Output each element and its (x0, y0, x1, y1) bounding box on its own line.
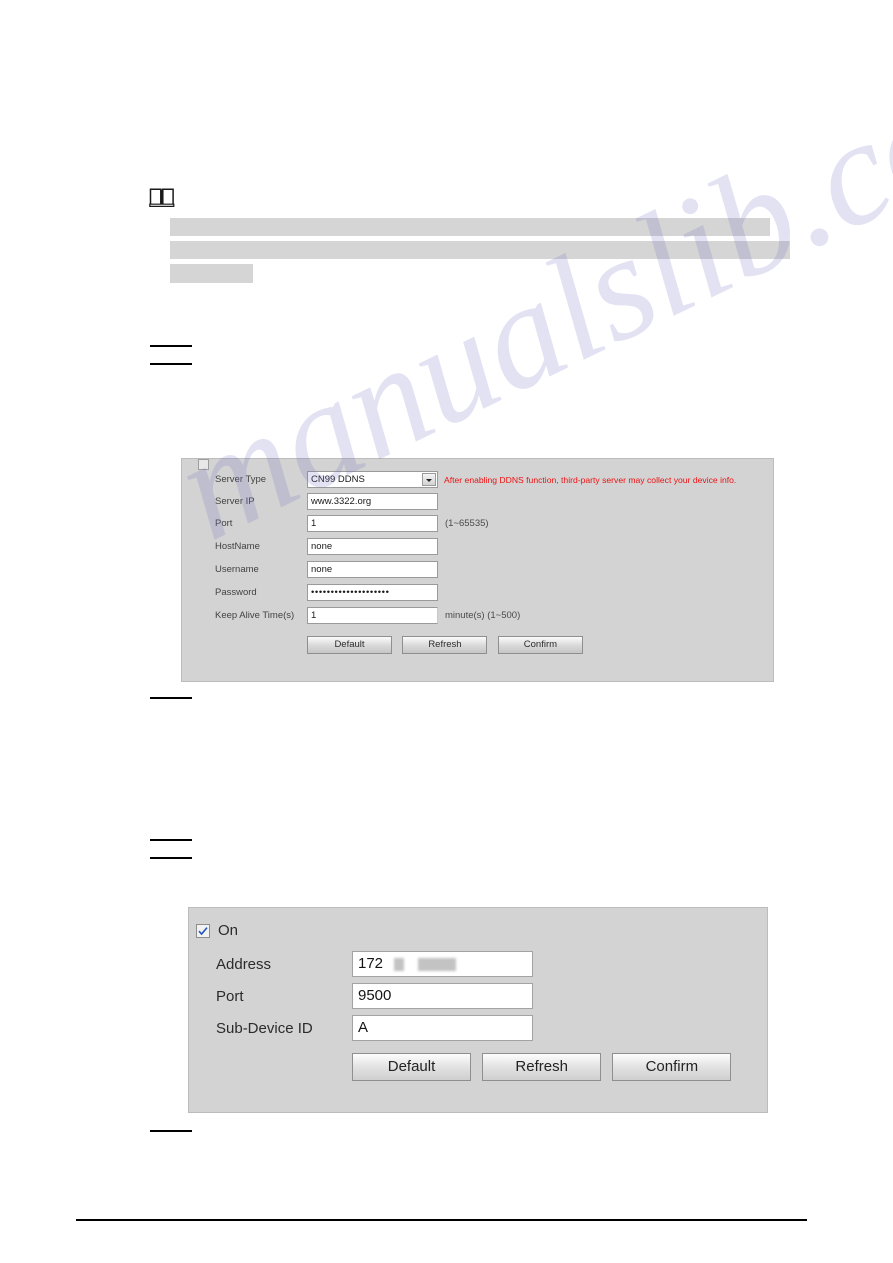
open-book-note-icon (149, 186, 175, 208)
registry-button-row: Default Refresh Confirm (352, 1053, 738, 1081)
address-input[interactable]: 172 (352, 951, 533, 977)
server-type-select[interactable]: CN99 DDNS (307, 471, 438, 488)
username-input[interactable]: none (307, 561, 438, 578)
registry-confirm-button[interactable]: Confirm (612, 1053, 732, 1081)
hostname-label: HostName (215, 541, 260, 552)
registry-port-input[interactable]: 9500 (352, 983, 533, 1009)
redacted-text-line (170, 241, 790, 259)
redacted-text-line (170, 264, 253, 283)
enable-label: On (218, 922, 239, 939)
keep-alive-hint: minute(s) (1~500) (445, 610, 521, 621)
password-label: Password (215, 587, 257, 598)
ddns-default-button[interactable]: Default (307, 636, 392, 654)
server-type-value: CN99 DDNS (311, 474, 365, 485)
step-underline (150, 345, 192, 347)
sub-device-id-input[interactable]: A (352, 1015, 533, 1041)
ddns-refresh-button[interactable]: Refresh (402, 636, 488, 654)
checkmark-icon (198, 927, 208, 936)
registry-default-button[interactable]: Default (352, 1053, 471, 1081)
enable-checkbox[interactable] (196, 924, 210, 938)
registry-settings-panel: On Address 172 Port 9500 Sub-Device ID A… (188, 907, 768, 1113)
address-redaction (418, 957, 457, 971)
step-underline (150, 839, 192, 841)
ddns-confirm-button[interactable]: Confirm (497, 636, 583, 654)
server-ip-input[interactable]: www.3322.org (307, 493, 438, 510)
username-label: Username (215, 564, 259, 575)
server-type-label: Server Type (215, 474, 267, 485)
port-input[interactable]: 1 (307, 515, 438, 532)
server-type-checkbox[interactable] (198, 459, 209, 470)
footer-divider (76, 1219, 807, 1221)
redacted-text-line (170, 218, 770, 236)
address-redaction (394, 957, 405, 971)
keep-alive-input[interactable]: 1 (307, 607, 438, 624)
keep-alive-label: Keep Alive Time(s) (215, 610, 295, 621)
step-underline (150, 363, 192, 365)
step-underline (150, 697, 192, 699)
address-label: Address (216, 956, 272, 973)
registry-port-label: Port (216, 988, 244, 1005)
chevron-down-icon[interactable] (422, 473, 436, 486)
address-value: 172 (358, 955, 384, 972)
port-label: Port (215, 518, 233, 529)
server-ip-label: Server IP (215, 496, 255, 507)
hostname-input[interactable]: none (307, 538, 438, 555)
registry-refresh-button[interactable]: Refresh (482, 1053, 602, 1081)
ddns-warning-text: After enabling DDNS function, third-part… (444, 475, 737, 485)
password-input[interactable]: •••••••••••••••••••• (307, 584, 438, 601)
ddns-button-row: Default Refresh Confirm (307, 634, 589, 654)
port-range-hint: (1~65535) (445, 518, 489, 529)
document-page: manualslib.com Server Type CN99 DDNS Aft… (0, 0, 893, 1263)
step-underline (150, 1130, 192, 1132)
sub-device-id-label: Sub-Device ID (216, 1020, 313, 1037)
step-underline (150, 857, 192, 859)
